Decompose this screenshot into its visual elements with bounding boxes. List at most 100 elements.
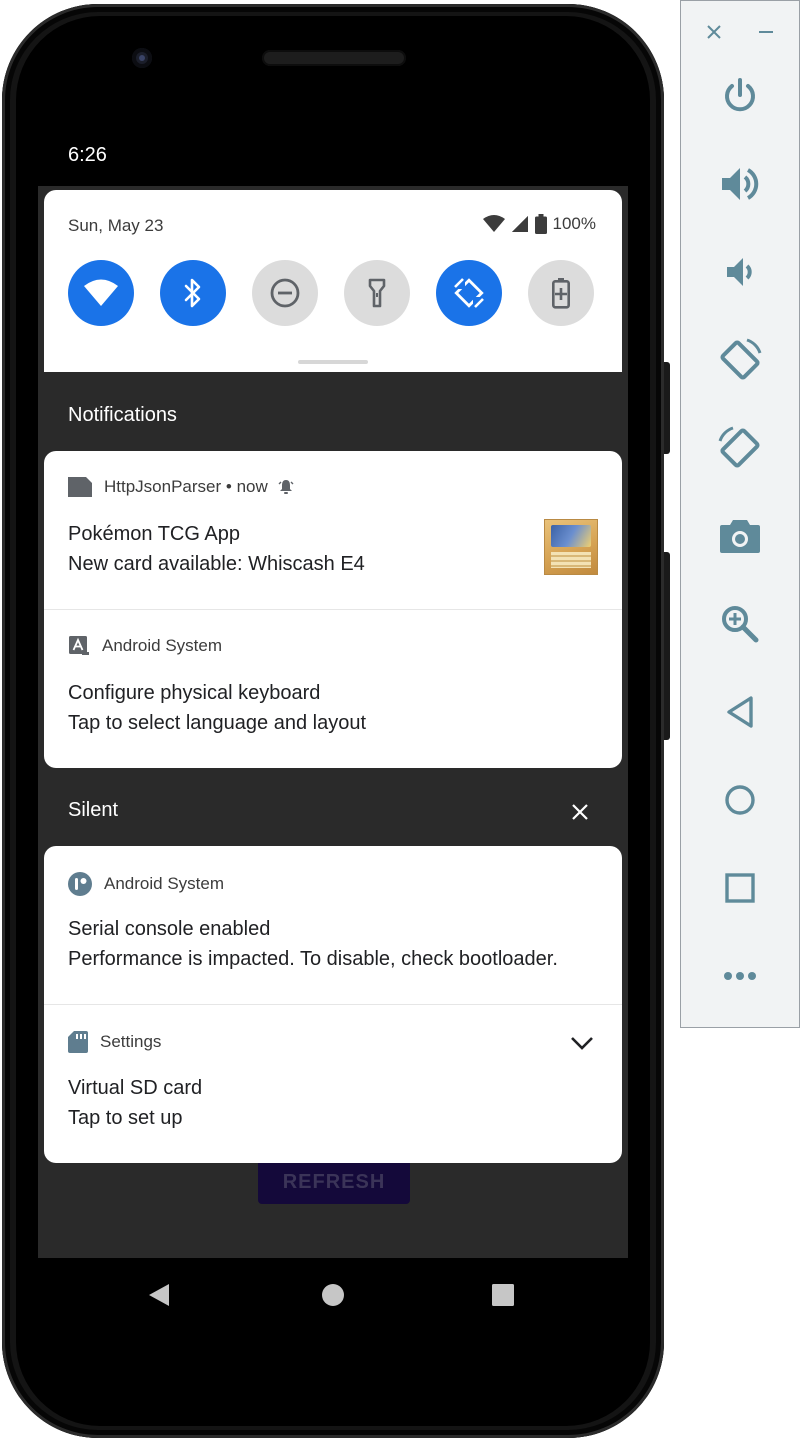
serial-console-icon <box>68 872 92 896</box>
alert-bell-icon <box>278 479 294 495</box>
notification-header: Android System <box>68 636 222 656</box>
emulator-toolbar <box>680 0 800 1028</box>
camera-icon <box>719 518 761 554</box>
qs-tile-auto-rotate[interactable] <box>436 260 502 326</box>
sd-card-icon <box>68 1031 88 1053</box>
home-icon <box>724 784 756 816</box>
volume-down-icon <box>723 255 757 289</box>
keyboard-language-icon <box>68 636 90 656</box>
notification-item[interactable]: Android System Serial console enabled Pe… <box>44 846 622 1004</box>
notification-separator: • <box>221 477 237 496</box>
overview-icon <box>725 873 755 903</box>
notification-item[interactable]: Android System Configure physical keyboa… <box>44 609 622 768</box>
nav-recents-button[interactable] <box>490 1282 516 1308</box>
toolbar-home-button[interactable] <box>717 777 763 823</box>
notification-text: New card available: Whiscash E4 <box>68 553 365 575</box>
status-bar: 6:26 <box>38 120 628 186</box>
minimize-icon <box>758 24 774 40</box>
toolbar-window-controls <box>681 15 801 47</box>
notification-title: Serial console enabled <box>68 918 271 940</box>
toolbar-screenshot-button[interactable] <box>717 513 763 559</box>
recents-icon <box>492 1284 514 1306</box>
back-icon <box>725 695 755 729</box>
notification-text: Performance is impacted. To disable, che… <box>68 948 558 970</box>
notification-item[interactable]: Settings Virtual SD card Tap to set up <box>44 1004 622 1163</box>
notification-app: Android System <box>102 636 222 655</box>
qs-status-icons: 100% <box>482 214 596 234</box>
qs-date[interactable]: Sun, May 23 <box>68 216 163 236</box>
front-camera <box>132 48 152 68</box>
chevron-down-icon <box>570 1035 594 1051</box>
qs-tile-bluetooth[interactable] <box>160 260 226 326</box>
rotate-left-icon <box>717 337 763 383</box>
notification-app: Android System <box>104 874 224 893</box>
wifi-signal-icon <box>482 215 505 233</box>
notifications-header: Notifications <box>68 404 177 426</box>
toolbar-more-button[interactable] <box>717 953 763 999</box>
qs-drag-handle[interactable] <box>298 360 368 364</box>
rotate-right-icon <box>717 425 763 471</box>
notification-header: Android System <box>68 872 224 896</box>
refresh-button[interactable]: REFRESH <box>258 1160 410 1204</box>
notification-title: Configure physical keyboard <box>68 682 321 704</box>
notification-text: Tap to set up <box>68 1107 183 1129</box>
status-time: 6:26 <box>68 144 107 166</box>
auto-rotate-icon <box>451 275 487 311</box>
silent-dismiss-button[interactable] <box>566 798 594 826</box>
toolbar-power-button[interactable] <box>717 73 763 119</box>
volume-side-button <box>664 552 670 740</box>
notification-item[interactable]: HttpJsonParser • now Pokémon TCG App New… <box>44 451 622 609</box>
notification-header: HttpJsonParser • now <box>68 477 294 497</box>
wifi-icon <box>83 278 119 308</box>
toolbar-overview-button[interactable] <box>717 865 763 911</box>
toolbar-close-button[interactable] <box>703 21 725 43</box>
more-icon <box>723 971 757 981</box>
bluetooth-icon <box>181 277 205 309</box>
notification-app: Settings <box>100 1032 162 1051</box>
battery-saver-icon <box>551 277 571 309</box>
volume-up-icon <box>720 165 760 203</box>
close-icon <box>706 24 722 40</box>
notification-time: now <box>236 477 268 496</box>
silent-notifications-card: Android System Serial console enabled Pe… <box>44 846 622 1163</box>
qs-tiles <box>68 260 594 326</box>
toolbar-minimize-button[interactable] <box>755 21 777 43</box>
notification-header: Settings <box>68 1031 161 1053</box>
navigation-bar <box>38 1258 628 1330</box>
flashlight-icon <box>367 277 387 309</box>
earpiece-speaker <box>262 50 406 66</box>
back-icon <box>147 1283 171 1307</box>
card-thumbnail-image <box>544 519 598 575</box>
close-icon <box>571 803 589 821</box>
power-side-button <box>664 362 670 454</box>
notification-app-meta: HttpJsonParser • now <box>104 477 268 497</box>
cell-signal-icon <box>511 215 529 233</box>
notification-text: Tap to select language and layout <box>68 712 366 734</box>
toolbar-volume-up-button[interactable] <box>717 161 763 207</box>
notification-title: Virtual SD card <box>68 1077 203 1099</box>
toolbar-rotate-left-button[interactable] <box>717 337 763 383</box>
qs-tile-battery-saver[interactable] <box>528 260 594 326</box>
quick-settings-panel: Sun, May 23 100% <box>44 190 622 372</box>
device-screen: REFRESH 6:26 Sun, May 23 100% Notificati… <box>38 120 628 1258</box>
expand-button[interactable] <box>568 1031 596 1055</box>
notifications-card: HttpJsonParser • now Pokémon TCG App New… <box>44 451 622 768</box>
home-icon <box>321 1283 345 1307</box>
toolbar-back-button[interactable] <box>717 689 763 735</box>
qs-tile-do-not-disturb[interactable] <box>252 260 318 326</box>
silent-header: Silent <box>68 799 119 821</box>
toolbar-volume-down-button[interactable] <box>717 249 763 295</box>
toolbar-rotate-right-button[interactable] <box>717 425 763 471</box>
nav-home-button[interactable] <box>320 1282 346 1308</box>
nav-back-button[interactable] <box>146 1282 172 1308</box>
power-icon <box>721 77 759 115</box>
qs-tile-flashlight[interactable] <box>344 260 410 326</box>
battery-icon <box>534 214 547 234</box>
notification-app: HttpJsonParser <box>104 477 222 496</box>
notification-title: Pokémon TCG App <box>68 523 240 545</box>
qs-tile-wifi[interactable] <box>68 260 134 326</box>
file-icon <box>68 477 92 497</box>
battery-percent: 100% <box>552 214 596 233</box>
zoom-icon <box>720 604 760 644</box>
toolbar-zoom-button[interactable] <box>717 601 763 647</box>
